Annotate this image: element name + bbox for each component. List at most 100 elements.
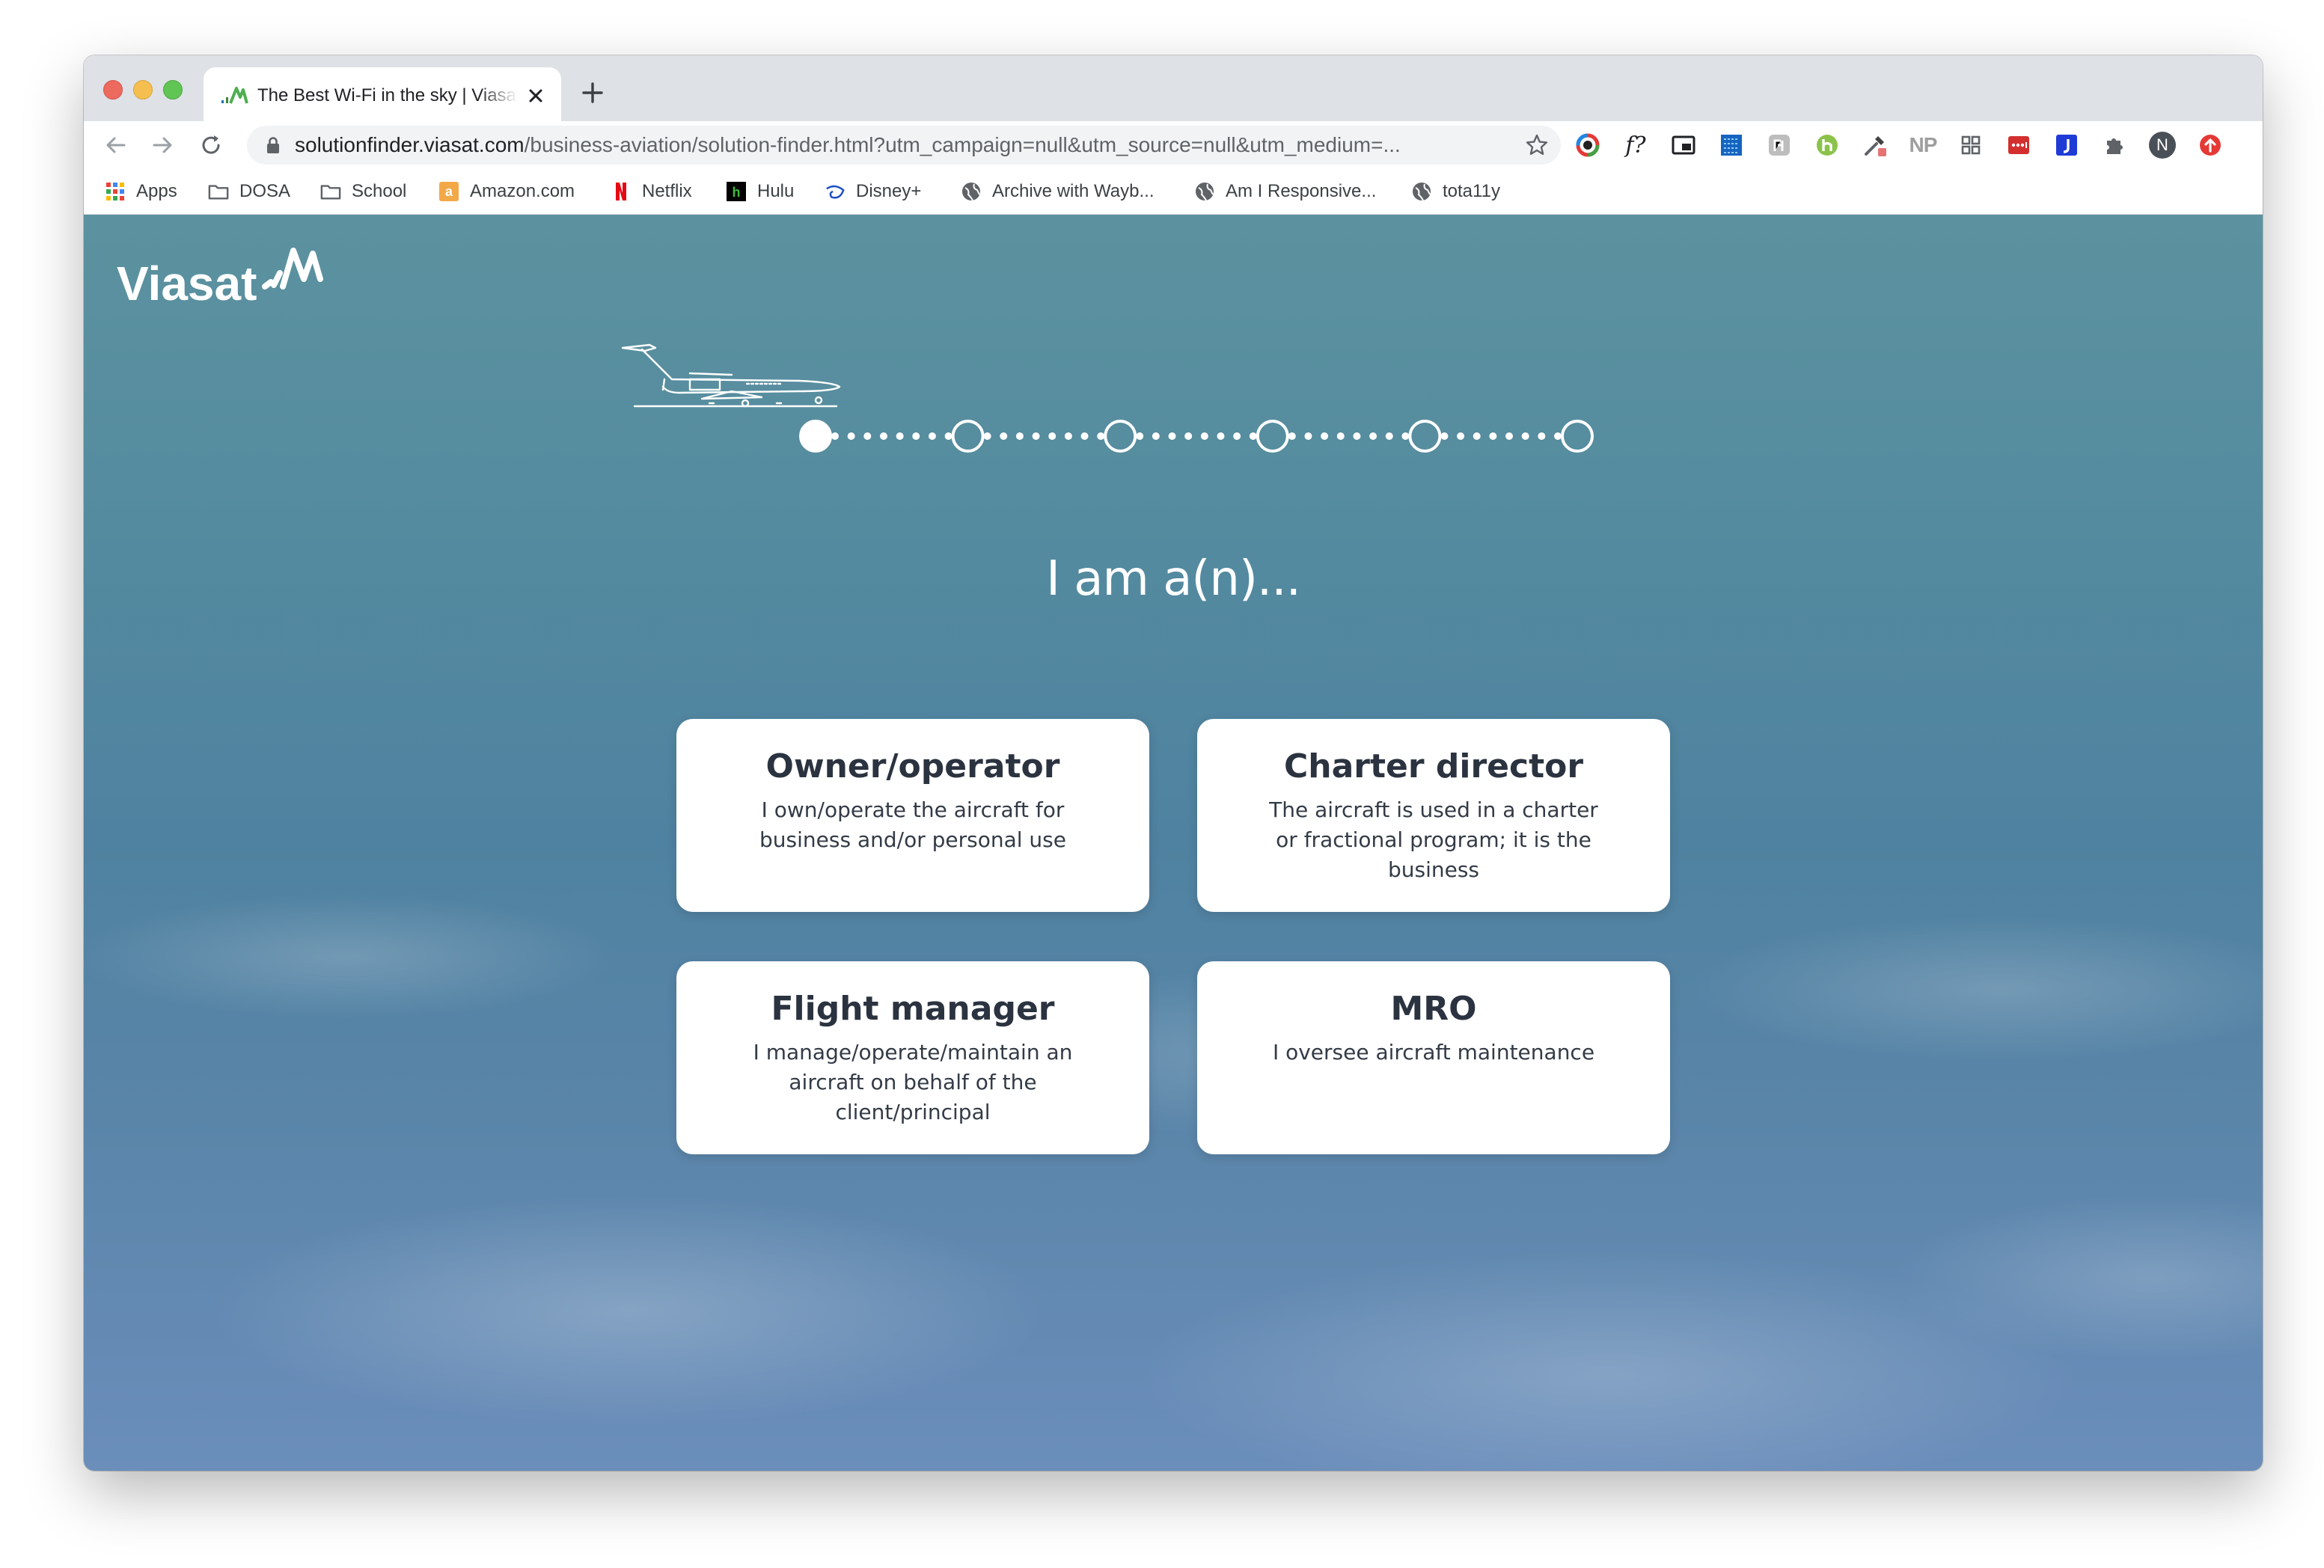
browser-toolbar: solutionfinder.viasat.com/business-aviat…	[84, 121, 2263, 169]
progress-dot	[928, 432, 936, 440]
progress-dot	[1401, 432, 1410, 440]
browser-tab[interactable]: The Best Wi-Fi in the sky | Viasat	[204, 67, 561, 121]
colorzilla-extension-icon[interactable]	[1574, 132, 1601, 159]
progress-dot	[1473, 432, 1481, 440]
bookmark-wayback[interactable]: Archive with Wayb...	[961, 180, 1155, 203]
option-card-flight-manager[interactable]: Flight manager I manage/operate/maintain…	[676, 961, 1149, 1154]
progress-dot	[983, 432, 991, 440]
progress-dot	[1249, 432, 1257, 440]
progress-dot	[831, 432, 839, 440]
bookmark-folder-dosa[interactable]: DOSA	[208, 180, 290, 203]
bookmarks-bar: Apps DOSA School a Amazon.com Netflix h …	[84, 169, 2263, 215]
progress-dot	[1184, 432, 1193, 440]
lock-icon[interactable]	[265, 136, 281, 154]
progress-dot	[1048, 432, 1056, 440]
lastpass-extension-icon[interactable]	[2005, 132, 2032, 159]
reload-icon[interactable]	[198, 132, 224, 159]
bookmark-star-icon[interactable]	[1525, 133, 1549, 157]
honey-extension-icon[interactable]	[1814, 132, 1841, 159]
logo-text: Viasat	[117, 257, 257, 310]
progress-step-3	[1104, 420, 1137, 453]
progress-dot	[1505, 432, 1514, 440]
progress-dot	[847, 432, 855, 440]
progress-dot	[1233, 432, 1241, 440]
progress-dot	[944, 432, 952, 440]
viasat-logo[interactable]: Viasat	[117, 243, 323, 312]
bookmark-hulu[interactable]: h Hulu	[726, 180, 794, 203]
progress-dot	[1369, 432, 1377, 440]
card-title: Flight manager	[771, 990, 1055, 1028]
hulu-icon: h	[726, 181, 747, 202]
bookmark-disney[interactable]: Disney+	[825, 180, 921, 203]
option-card-mro[interactable]: MRO I oversee aircraft maintenance	[1197, 961, 1670, 1154]
progress-dot	[1168, 432, 1176, 440]
update-icon[interactable]	[2197, 132, 2224, 159]
bookmark-amazon[interactable]: a Amazon.com	[438, 180, 575, 203]
minimize-window-button[interactable]	[133, 80, 153, 99]
forward-arrow-icon[interactable]	[150, 132, 177, 159]
jira-extension-icon[interactable]	[2053, 132, 2080, 159]
bookmark-netflix[interactable]: Netflix	[611, 180, 692, 203]
bookmark-folder-school[interactable]: School	[320, 180, 406, 203]
progress-dot	[1064, 432, 1072, 440]
svg-text:a: a	[445, 184, 453, 199]
browser-window: The Best Wi-Fi in the sky | Viasat solut…	[84, 55, 2263, 1471]
pixel-extension-icon[interactable]	[1718, 132, 1745, 159]
globe-icon	[1411, 181, 1432, 202]
progress-dot	[1032, 432, 1040, 440]
viasat-favicon-icon	[221, 87, 248, 104]
progress-dot	[1538, 432, 1546, 440]
progress-dot	[1440, 432, 1449, 440]
bookmark-am-i-responsive[interactable]: Am I Responsive...	[1194, 180, 1376, 203]
extensions-puzzle-icon[interactable]	[2101, 132, 2128, 159]
amazon-icon: a	[438, 181, 459, 202]
progress-dot	[1321, 432, 1329, 440]
progress-dot	[1336, 432, 1345, 440]
bookmark-tota11y[interactable]: tota11y	[1411, 180, 1500, 203]
close-window-button[interactable]	[103, 80, 123, 99]
np-extension-icon[interactable]: NP	[1909, 132, 1938, 159]
profile-avatar[interactable]: N	[2149, 132, 2176, 159]
card-description: I oversee aircraft maintenance	[1272, 1040, 1595, 1065]
clouds-background	[84, 828, 2263, 1471]
option-card-charter-director[interactable]: Charter director The aircraft is used in…	[1197, 719, 1670, 912]
new-tab-plus-icon[interactable]	[579, 79, 606, 106]
jet-plane-icon	[621, 343, 841, 408]
progress-dot	[1521, 432, 1529, 440]
progress-step-1	[799, 420, 832, 453]
grid-extension-icon[interactable]	[1957, 132, 1984, 159]
tab-strip: The Best Wi-Fi in the sky | Viasat	[84, 55, 2263, 121]
progress-dot	[896, 432, 904, 440]
progress-dot	[1200, 432, 1208, 440]
progress-stepper	[799, 420, 1594, 453]
close-tab-icon[interactable]	[524, 84, 548, 108]
card-description: I own/operate the aircraft for business …	[759, 797, 1066, 852]
progress-dot	[1000, 432, 1008, 440]
progress-dot	[1353, 432, 1361, 440]
option-card-owner-operator[interactable]: Owner/operator I own/operate the aircraf…	[676, 719, 1149, 912]
url-text[interactable]: solutionfinder.viasat.com/business-aviat…	[295, 133, 1492, 157]
progress-dot	[1554, 432, 1562, 440]
card-description: I manage/operate/maintain an aircraft on…	[753, 1040, 1073, 1124]
progress-step-6	[1561, 420, 1594, 453]
netflix-icon	[611, 181, 632, 202]
progress-dot	[1304, 432, 1312, 440]
bookmark-apps[interactable]: Apps	[105, 180, 177, 203]
gray-extension-icon[interactable]	[1766, 132, 1793, 159]
progress-dot	[1457, 432, 1465, 440]
address-bar[interactable]: solutionfinder.viasat.com/business-aviat…	[247, 126, 1561, 165]
eyedropper-extension-icon[interactable]	[1862, 132, 1889, 159]
profile-initial: N	[2149, 132, 2176, 159]
whatfont-extension-icon[interactable]: f?	[1622, 132, 1649, 159]
folder-icon	[320, 181, 341, 202]
progress-dot	[1136, 432, 1144, 440]
progress-dot	[1288, 432, 1296, 440]
globe-icon	[961, 181, 982, 202]
progress-step-2	[951, 420, 985, 453]
back-arrow-icon[interactable]	[102, 132, 129, 159]
picture-in-picture-extension-icon[interactable]	[1670, 132, 1697, 159]
page-content: Viasat I am a(n)... Owner/operator I own…	[84, 215, 2263, 1471]
card-title: MRO	[1390, 990, 1477, 1028]
svg-text:h: h	[733, 185, 741, 200]
maximize-window-button[interactable]	[163, 80, 183, 99]
